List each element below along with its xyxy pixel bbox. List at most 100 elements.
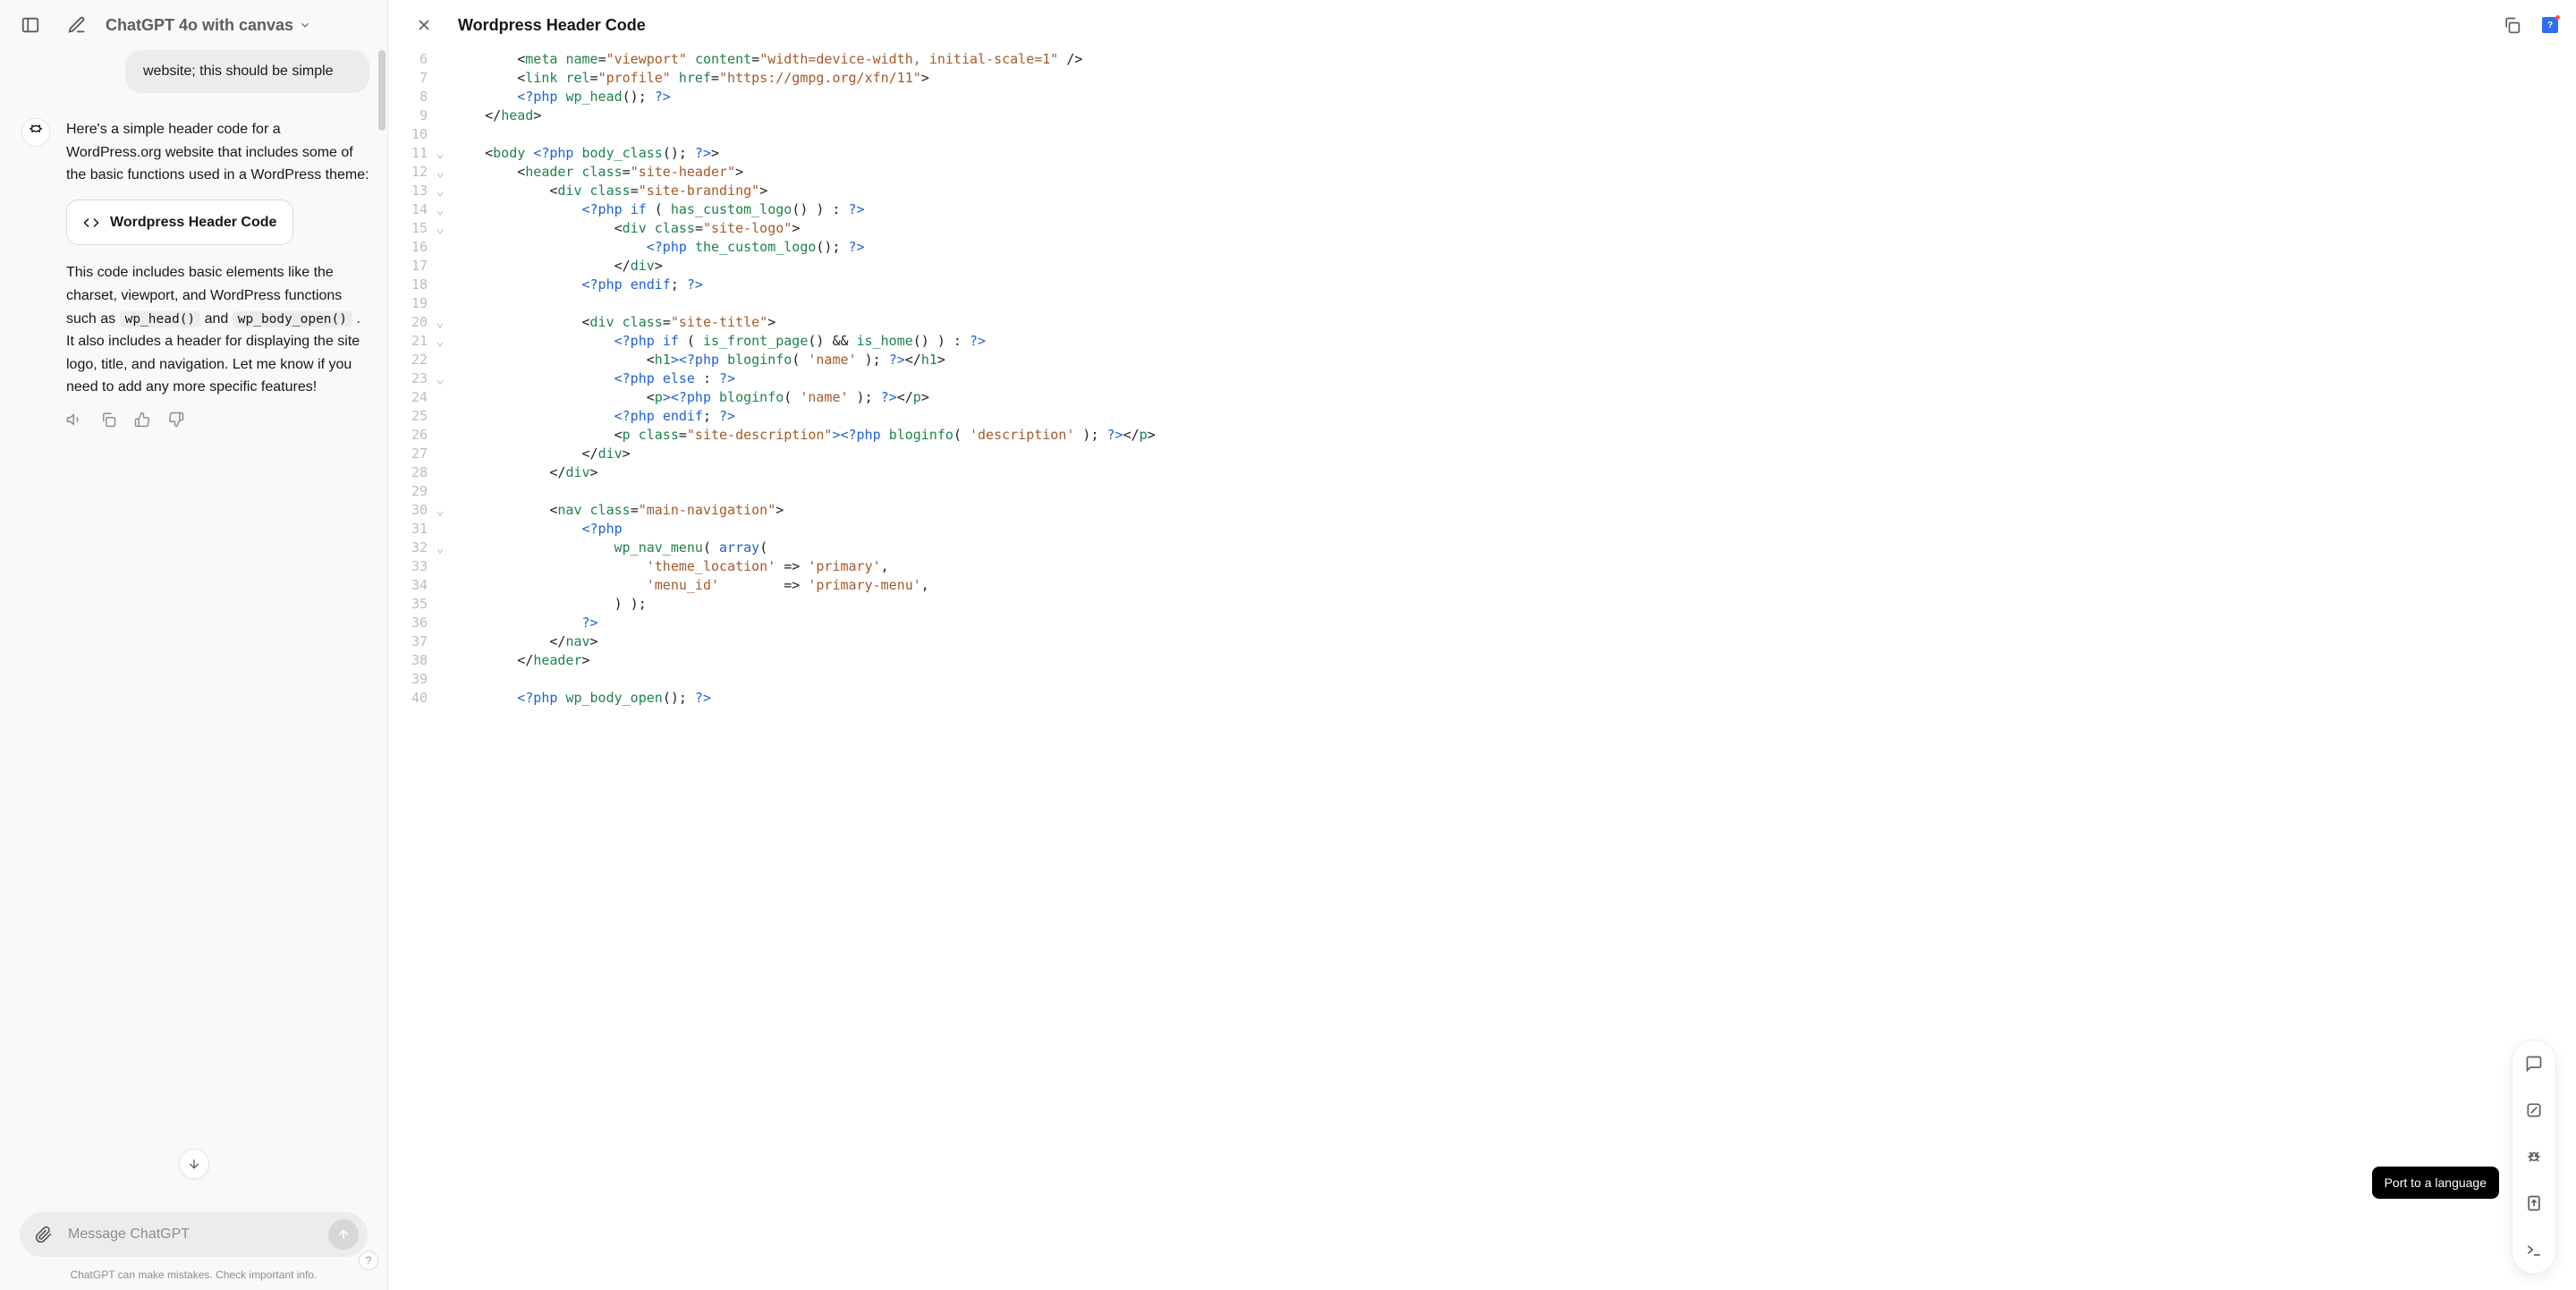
code-line[interactable]: 15⌄ <div class="site-logo"> <box>388 219 2576 238</box>
code-line[interactable]: 29 <box>388 482 2576 501</box>
message-input[interactable] <box>68 1226 319 1243</box>
arrow-down-icon <box>187 1157 201 1171</box>
openai-logo-icon <box>28 124 44 140</box>
code-source: <?php endif; ?> <box>447 407 2576 426</box>
code-line[interactable]: 13⌄ <div class="site-branding"> <box>388 182 2576 200</box>
thumbs-down-button[interactable] <box>168 412 184 428</box>
send-button[interactable] <box>328 1219 359 1250</box>
line-number: 9 <box>388 106 433 125</box>
code-line[interactable]: 16 <?php the_custom_logo(); ?> <box>388 238 2576 257</box>
code-line[interactable]: 20⌄ <div class="site-title"> <box>388 313 2576 332</box>
fold-toggle <box>433 595 447 614</box>
code-line[interactable]: 12⌄ <header class="site-header"> <box>388 163 2576 182</box>
code-line[interactable]: 38 </header> <box>388 651 2576 670</box>
code-source: </div> <box>447 257 2576 276</box>
fold-toggle <box>433 689 447 708</box>
fold-toggle[interactable]: ⌄ <box>433 219 447 238</box>
copy-icon <box>2503 16 2521 34</box>
fix-button[interactable] <box>2523 1146 2545 1167</box>
code-source: <?php else : ?> <box>447 369 2576 388</box>
fold-toggle <box>433 407 447 426</box>
code-line[interactable]: 28 </div> <box>388 463 2576 482</box>
fold-toggle <box>433 576 447 595</box>
code-source: <div class="site-title"> <box>447 313 2576 332</box>
code-source: </div> <box>447 463 2576 482</box>
port-language-button[interactable] <box>2523 1192 2545 1214</box>
code-line[interactable]: 6 <meta name="viewport" content="width=d… <box>388 50 2576 69</box>
scroll-to-bottom-button[interactable] <box>179 1149 209 1179</box>
canvas-document-chip[interactable]: Wordpress Header Code <box>66 199 293 246</box>
code-line[interactable]: 30⌄ <nav class="main-navigation"> <box>388 501 2576 520</box>
scrollbar-thumb[interactable] <box>378 50 386 131</box>
code-line[interactable]: 32⌄ wp_nav_menu( array( <box>388 539 2576 557</box>
code-line[interactable]: 37 </nav> <box>388 632 2576 651</box>
fold-toggle[interactable]: ⌄ <box>433 163 447 182</box>
model-picker[interactable]: ChatGPT 4o with canvas <box>106 16 311 35</box>
doc-chip-label: Wordpress Header Code <box>110 211 276 234</box>
line-number: 22 <box>388 351 433 369</box>
code-line[interactable]: 17 </div> <box>388 257 2576 276</box>
code-line[interactable]: 8 <?php wp_head(); ?> <box>388 88 2576 106</box>
code-line[interactable]: 7 <link rel="profile" href="https://gmpg… <box>388 69 2576 88</box>
notification-badge[interactable]: ? <box>2542 17 2558 33</box>
code-source: <?php if ( has_custom_logo() ) : ?> <box>447 200 2576 219</box>
line-number: 34 <box>388 576 433 595</box>
code-line[interactable]: 36 ?> <box>388 614 2576 632</box>
fold-toggle[interactable]: ⌄ <box>433 200 447 219</box>
code-line[interactable]: 19 <box>388 294 2576 313</box>
chevron-down-icon <box>299 19 311 31</box>
fold-toggle[interactable]: ⌄ <box>433 332 447 351</box>
code-line[interactable]: 18 <?php endif; ?> <box>388 276 2576 294</box>
conversation-scroll[interactable]: website; this should be simple Here's a … <box>0 50 387 1212</box>
code-line[interactable]: 25 <?php endif; ?> <box>388 407 2576 426</box>
attach-button[interactable] <box>29 1219 59 1250</box>
fold-toggle[interactable]: ⌄ <box>433 144 447 163</box>
code-line[interactable]: 23⌄ <?php else : ?> <box>388 369 2576 388</box>
code-line[interactable]: 39 <box>388 670 2576 689</box>
copy-button[interactable] <box>100 412 116 428</box>
code-line[interactable]: 14⌄ <?php if ( has_custom_logo() ) : ?> <box>388 200 2576 219</box>
user-message-text: website; this should be simple <box>143 64 334 79</box>
code-line[interactable]: 35 ) ); <box>388 595 2576 614</box>
fold-toggle[interactable]: ⌄ <box>433 539 447 557</box>
code-line[interactable]: 9 </head> <box>388 106 2576 125</box>
fold-toggle[interactable]: ⌄ <box>433 313 447 332</box>
code-line[interactable]: 40 <?php wp_body_open(); ?> <box>388 689 2576 708</box>
code-line[interactable]: 21⌄ <?php if ( is_front_page() && is_hom… <box>388 332 2576 351</box>
code-editor[interactable]: 6 <meta name="viewport" content="width=d… <box>388 50 2576 1290</box>
line-number: 18 <box>388 276 433 294</box>
line-number: 30 <box>388 501 433 520</box>
read-aloud-button[interactable] <box>66 412 82 428</box>
copy-canvas-button[interactable] <box>2494 7 2529 43</box>
close-canvas-button[interactable] <box>406 7 442 43</box>
code-line[interactable]: 27 </div> <box>388 445 2576 463</box>
fold-toggle[interactable]: ⌄ <box>433 501 447 520</box>
code-line[interactable]: 24 <p><?php bloginfo( 'name' ); ?></p> <box>388 388 2576 407</box>
code-line[interactable]: 22 <h1><?php bloginfo( 'name' ); ?></h1> <box>388 351 2576 369</box>
fold-toggle <box>433 106 447 125</box>
help-button[interactable]: ? <box>359 1251 378 1270</box>
code-line[interactable]: 10 <box>388 125 2576 144</box>
code-line[interactable]: 34 'menu_id' => 'primary-menu', <box>388 576 2576 595</box>
line-number: 31 <box>388 520 433 539</box>
code-line[interactable]: 26 <p class="site-description"><?php blo… <box>388 426 2576 445</box>
edit-button[interactable] <box>2523 1099 2545 1121</box>
toggle-sidebar-button[interactable] <box>13 7 48 43</box>
fold-toggle[interactable]: ⌄ <box>433 369 447 388</box>
fold-toggle <box>433 614 447 632</box>
code-line[interactable]: 33 'theme_location' => 'primary', <box>388 557 2576 576</box>
sidebar-scrollbar[interactable] <box>377 50 387 1183</box>
edit-icon <box>2525 1101 2543 1119</box>
assistant-intro-text: Here's a simple header code for a WordPr… <box>66 118 369 187</box>
thumbs-up-button[interactable] <box>134 412 150 428</box>
feedback-toolbar <box>66 412 369 428</box>
comment-button[interactable] <box>2523 1053 2545 1074</box>
code-line[interactable]: 11⌄ <body <?php body_class(); ?>> <box>388 144 2576 163</box>
line-number: 7 <box>388 69 433 88</box>
code-source: <h1><?php bloginfo( 'name' ); ?></h1> <box>447 351 2576 369</box>
new-chat-button[interactable] <box>59 7 95 43</box>
fold-toggle[interactable]: ⌄ <box>433 182 447 200</box>
code-line[interactable]: 31 <?php <box>388 520 2576 539</box>
terminal-button[interactable] <box>2523 1239 2545 1260</box>
code-source: <header class="site-header"> <box>447 163 2576 182</box>
